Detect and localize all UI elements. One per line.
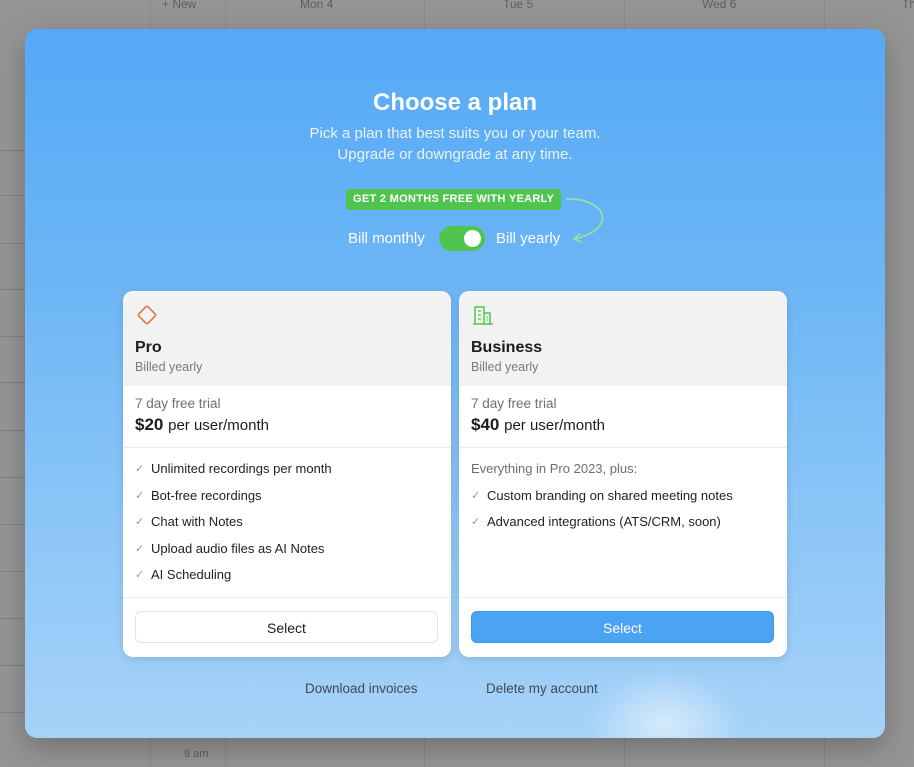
plan-trial: 7 day free trial [135,396,221,411]
divider [459,447,787,448]
time-label: 9 am [184,748,209,760]
grid-line [0,150,24,151]
grid-line [0,712,24,713]
bill-yearly-label[interactable]: Bill yearly [496,230,560,247]
modal-title: Choose a plan [372,89,538,116]
billing-toggle[interactable] [439,226,485,251]
select-business-button[interactable]: Select [471,611,774,643]
toggle-knob [464,230,481,247]
background-glow [585,669,745,738]
feature-item: ✓ Advanced integrations (ATS/CRM, soon) [471,514,721,529]
delete-account-link[interactable]: Delete my account [486,681,598,696]
new-event-button[interactable]: + New [162,0,196,11]
day-header-wed: Wed 6 [702,0,737,11]
plan-billing-period: Billed yearly [471,360,539,374]
download-invoices-link[interactable]: Download invoices [305,681,418,696]
plan-price-amount: $40 [471,415,500,434]
plan-card-header: Business Billed yearly [459,291,787,386]
plan-price-amount: $20 [135,415,164,434]
feature-intro: Everything in Pro 2023, plus: [471,461,638,476]
check-icon: ✓ [135,516,145,528]
plan-billing-period: Billed yearly [135,360,203,374]
check-icon: ✓ [471,516,481,528]
modal-subtitle: Pick a plan that best suits you or your … [309,125,601,163]
grid-line [0,430,24,431]
promo-badge: GET 2 MONTHS FREE WITH YEARLY [346,189,562,210]
grid-line [0,477,24,478]
diamond-icon [137,305,157,325]
divider [123,597,451,598]
feature-item: ✓ AI Scheduling [135,567,232,582]
grid-line [0,665,24,666]
grid-line [0,524,24,525]
grid-line [0,571,24,572]
check-icon: ✓ [471,489,481,502]
plan-trial: 7 day free trial [471,396,557,411]
plan-price: $20 per user/month [135,415,269,435]
grid-line [0,195,24,196]
check-icon: ✓ [135,569,145,581]
feature-item: ✓ Chat with Notes [135,514,243,529]
grid-line [0,382,24,383]
building-icon [473,306,493,325]
plan-price: $40 per user/month [471,415,605,435]
feature-list: ✓ Unlimited recordings per month ✓ Bot-fre… [135,461,445,594]
plan-card-pro: Pro Billed yearly 7 day free trial $20 p… [123,291,451,657]
day-header-mon: Mon 4 [300,0,334,11]
choose-plan-modal: Choose a plan Pick a plan that best suit… [25,29,885,738]
day-header-thu: Th [902,0,914,11]
check-icon: ✓ [135,489,145,502]
day-header-tue: Tue 5 [503,0,534,11]
calendar-header: + New Mon 4 Tue 5 Wed 6 Th [0,0,914,14]
check-icon: ✓ [135,542,145,555]
plan-name: Pro [135,339,162,356]
divider [459,597,787,598]
grid-line [0,618,24,619]
feature-item: ✓ Custom branding on shared meeting notes [471,487,733,503]
curved-arrow-icon [565,198,604,243]
check-icon: ✓ [135,463,145,475]
feature-item: ✓ Bot-free recordings [135,487,262,503]
plan-price-unit: per user/month [504,417,605,434]
plan-card-header: Pro Billed yearly [123,291,451,386]
plan-card-business: Business Billed yearly 7 day free trial … [459,291,787,657]
bill-monthly-label[interactable]: Bill monthly [348,230,425,247]
feature-list: Everything in Pro 2023, plus: ✓ Custom br… [471,461,781,541]
plan-price-unit: per user/month [168,417,269,434]
grid-line [0,336,24,337]
select-pro-button[interactable]: Select [135,611,438,643]
plan-name: Business [471,339,543,356]
grid-line [0,243,24,244]
grid-line [0,289,24,290]
divider [123,447,451,448]
feature-item: ✓ Unlimited recordings per month [135,461,332,476]
feature-item: ✓ Upload audio files as AI Notes [135,540,325,556]
